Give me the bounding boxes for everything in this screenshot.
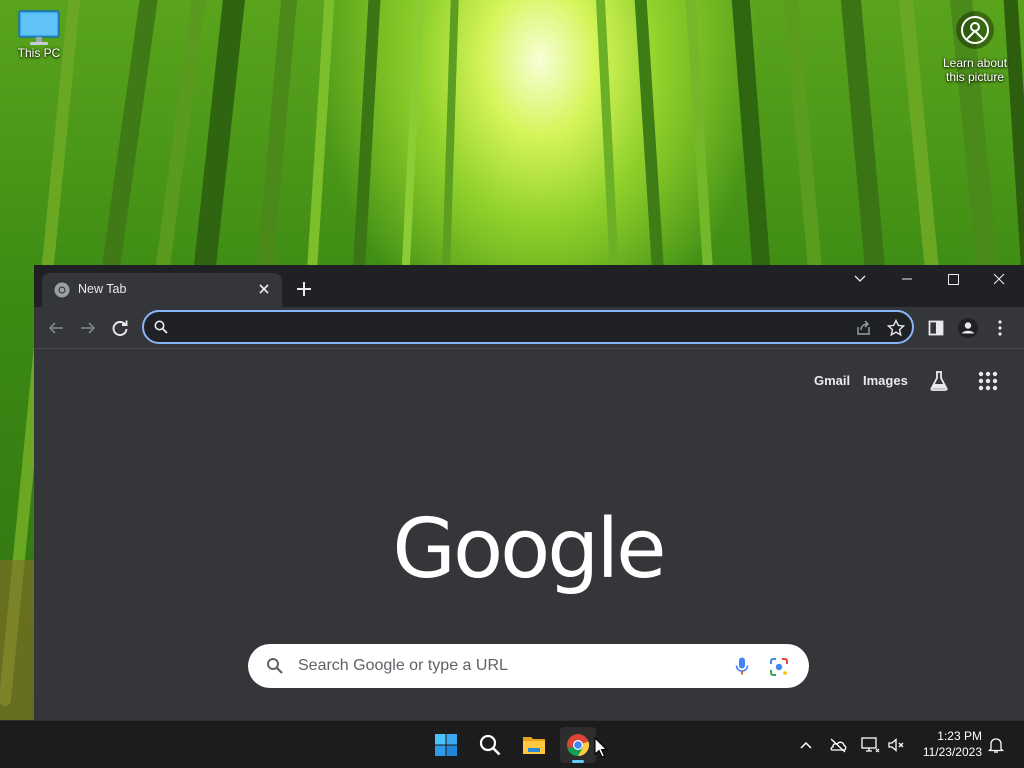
- search-icon: [479, 734, 501, 756]
- star-icon[interactable]: [886, 318, 906, 338]
- file-explorer-icon: [523, 737, 545, 754]
- chrome-window: New Tab Gmail Images Google Search Googl…: [34, 265, 1024, 720]
- close-window-button[interactable]: [976, 265, 1022, 295]
- chrome-taskbar-button[interactable]: [560, 727, 596, 763]
- search-icon: [154, 320, 168, 334]
- tab-search-button[interactable]: [837, 265, 883, 295]
- address-bar[interactable]: [142, 310, 914, 344]
- google-lens-icon[interactable]: [768, 656, 790, 678]
- desktop-icon-this-pc[interactable]: This PC: [10, 10, 68, 60]
- network-icon[interactable]: [860, 735, 880, 755]
- monitor-icon: [18, 10, 60, 45]
- gmail-link[interactable]: Gmail: [814, 373, 850, 388]
- start-icon: [435, 734, 457, 756]
- volume-muted-icon[interactable]: [886, 735, 906, 755]
- address-input[interactable]: [178, 318, 838, 338]
- search-icon: [266, 657, 284, 675]
- apps-grid-icon[interactable]: [976, 369, 1000, 393]
- side-panel-icon[interactable]: [924, 316, 948, 340]
- mouse-cursor-icon: [594, 736, 608, 759]
- show-hidden-icons-chevron-icon[interactable]: [796, 735, 816, 755]
- desktop-icon-learn-about-picture[interactable]: Learn about this picture: [938, 10, 1012, 84]
- desktop-icon-label: This PC: [17, 46, 61, 60]
- microphone-icon[interactable]: [732, 656, 752, 676]
- profile-icon[interactable]: [956, 316, 980, 340]
- chrome-icon: [567, 734, 590, 757]
- google-search-input[interactable]: [298, 655, 718, 677]
- title-bar: New Tab: [34, 265, 1024, 307]
- new-tab-page: Gmail Images Google: [34, 350, 1024, 720]
- taskbar-search-button[interactable]: [472, 727, 508, 763]
- active-app-indicator: [572, 760, 584, 763]
- images-link[interactable]: Images: [863, 373, 908, 388]
- share-icon[interactable]: [854, 318, 874, 338]
- taskbar: 1:23 PM 11/23/2023: [0, 720, 1024, 768]
- new-tab-button[interactable]: [292, 277, 316, 301]
- tab-title: New Tab: [78, 282, 127, 296]
- file-explorer-button[interactable]: [516, 727, 552, 763]
- system-clock[interactable]: 1:23 PM 11/23/2023: [914, 728, 982, 760]
- google-logo: Google: [392, 502, 666, 597]
- clock-time: 1:23 PM: [937, 729, 982, 743]
- onedrive-offline-icon[interactable]: [828, 735, 848, 755]
- back-arrow-icon[interactable]: [44, 316, 68, 340]
- desktop-icon-label: Learn about this picture: [942, 56, 1008, 84]
- labs-flask-icon[interactable]: [927, 369, 951, 393]
- toolbar: [34, 307, 1024, 349]
- kebab-menu-icon[interactable]: [988, 316, 1012, 340]
- start-button[interactable]: [428, 727, 464, 763]
- camera-circle-icon: [955, 10, 995, 50]
- notification-bell-icon[interactable]: [986, 735, 1006, 755]
- tab-new-tab[interactable]: New Tab: [42, 273, 282, 307]
- clock-date: 11/23/2023: [922, 745, 982, 759]
- close-tab-icon[interactable]: [254, 279, 274, 299]
- chrome-icon: [54, 282, 70, 298]
- minimize-button[interactable]: [884, 265, 930, 295]
- reload-icon[interactable]: [108, 316, 132, 340]
- maximize-button[interactable]: [930, 265, 976, 295]
- forward-arrow-icon[interactable]: [76, 316, 100, 340]
- google-search-box[interactable]: [248, 644, 809, 688]
